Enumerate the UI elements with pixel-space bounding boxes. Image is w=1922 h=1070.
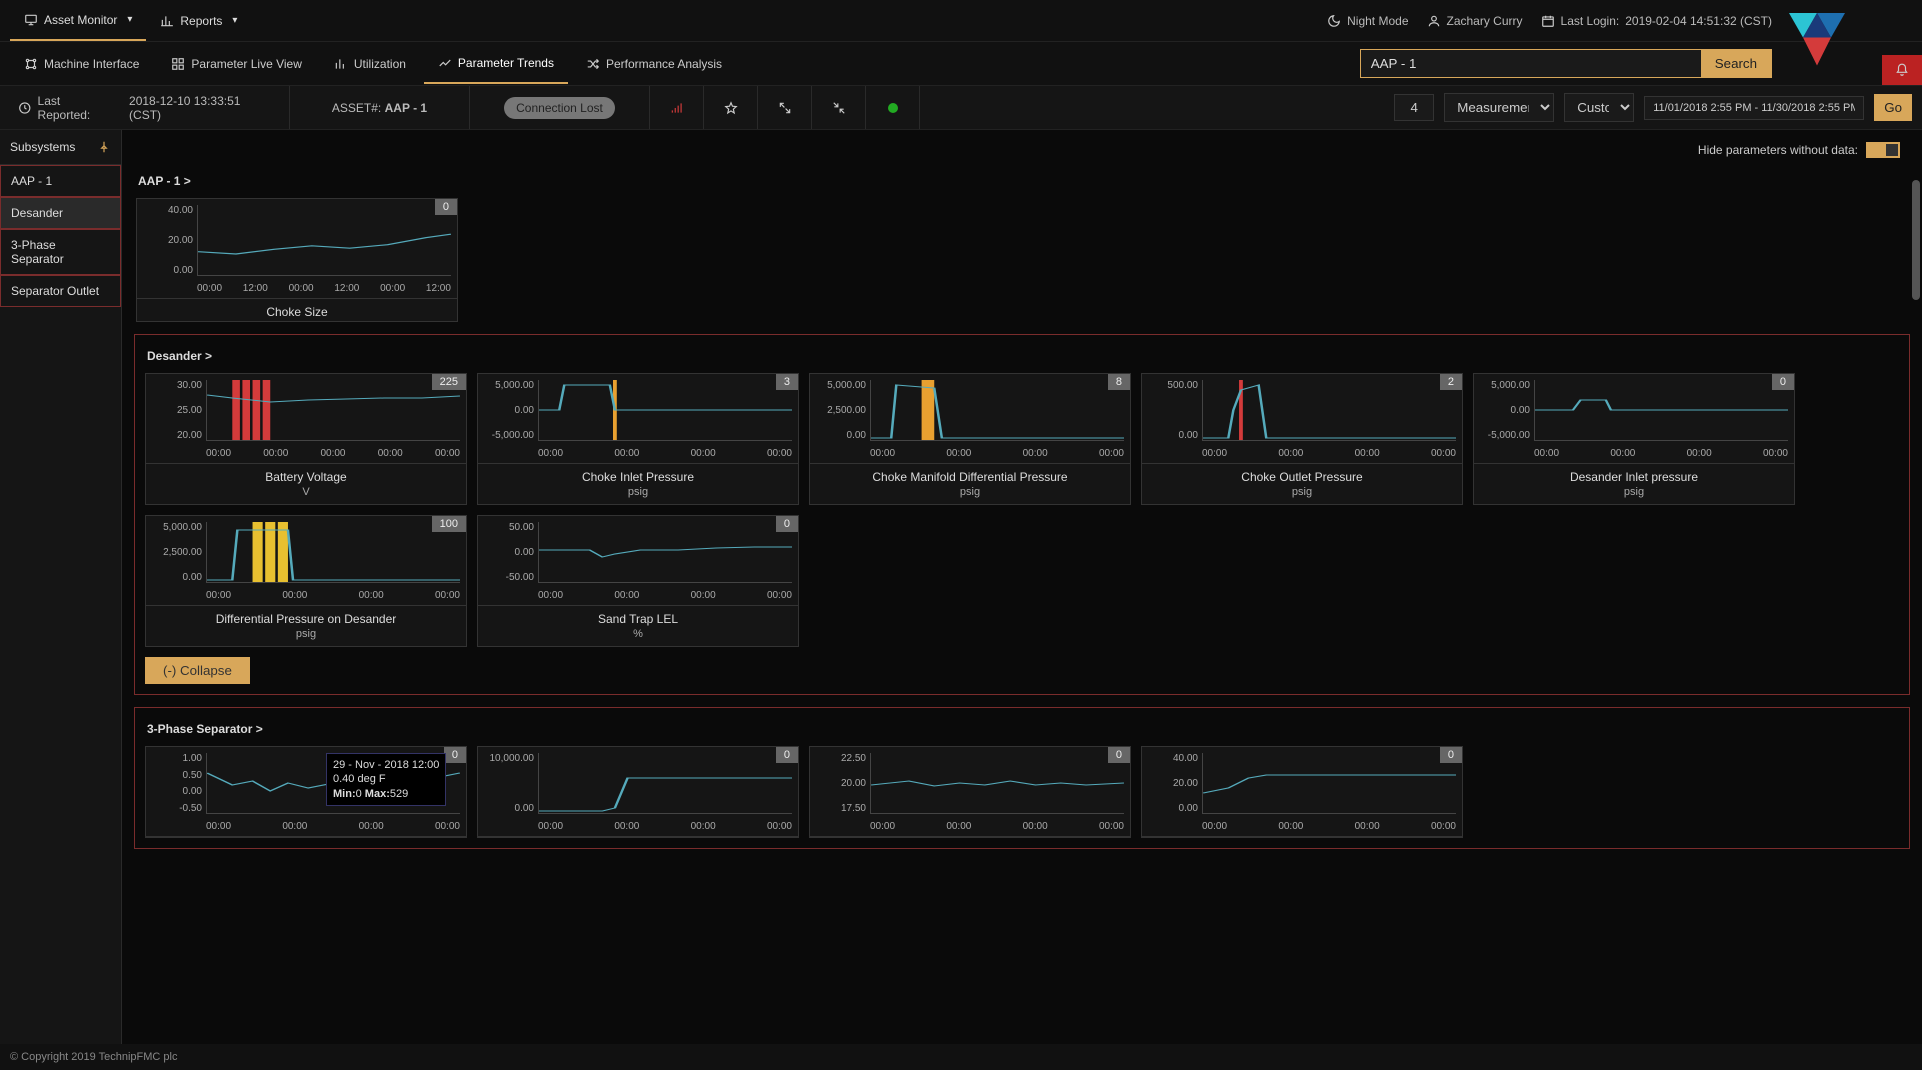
chart-choke-size[interactable]: 0 40.0020.000.00 00:0012:0000:0012:0000:… bbox=[136, 198, 458, 322]
sidebar-item-desander[interactable]: Desander bbox=[0, 197, 121, 229]
chart-3phase-4[interactable]: 0 40.0020.000.00 00:0000:0000:0000:00 bbox=[1141, 746, 1463, 838]
chart-battery-voltage[interactable]: 225 30.0025.0020.00 00:0000:0000:0000:00… bbox=[145, 373, 467, 505]
section-title-3phase[interactable]: 3-Phase Separator > bbox=[145, 716, 1899, 746]
status-indicator bbox=[866, 86, 920, 129]
trend-icon bbox=[438, 56, 452, 70]
sidebar-title: Subsystems bbox=[10, 140, 75, 154]
chart-tooltip: 29 - Nov - 2018 12:00 0.40 deg F Min:0 M… bbox=[326, 753, 446, 806]
alerts-button[interactable] bbox=[1882, 55, 1922, 85]
chart-desander-inlet-pressure[interactable]: 0 5,000.000.00-5,000.00 00:0000:0000:000… bbox=[1473, 373, 1795, 505]
section-3phase: 3-Phase Separator > 0 1.000.500.00-0.50 … bbox=[134, 707, 1910, 849]
sidebar-item-separator-outlet[interactable]: Separator Outlet bbox=[0, 275, 121, 307]
clock-icon bbox=[18, 101, 32, 115]
hide-params-toggle[interactable] bbox=[1866, 142, 1900, 158]
section-title-desander[interactable]: Desander > bbox=[145, 343, 1899, 373]
section-desander: Desander > 225 30.0025.0020.00 00:0000 bbox=[134, 334, 1910, 695]
nav-machine-interface[interactable]: Machine Interface bbox=[10, 45, 153, 83]
asset-monitor-menu[interactable]: Asset Monitor bbox=[10, 1, 146, 41]
bar-chart-icon bbox=[160, 14, 174, 28]
expand-icon bbox=[778, 101, 792, 115]
signal-button[interactable] bbox=[650, 86, 704, 129]
app-logo bbox=[1772, 0, 1862, 82]
moon-icon bbox=[1327, 14, 1341, 28]
pin-icon[interactable] bbox=[97, 140, 111, 154]
chart-3phase-1[interactable]: 0 1.000.500.00-0.50 00:0000:0000:0000:00… bbox=[145, 746, 467, 838]
sliders-icon bbox=[24, 57, 38, 71]
search-input[interactable] bbox=[1361, 50, 1701, 77]
scrollbar[interactable] bbox=[1912, 180, 1920, 300]
star-icon bbox=[724, 101, 738, 115]
chart-sand-trap-lel[interactable]: 0 50.000.00-50.00 00:0000:0000:0000:00 S… bbox=[477, 515, 799, 647]
subsystems-sidebar: Subsystems AAP - 1 Desander 3-Phase Sepa… bbox=[0, 130, 122, 1044]
last-reported: Last Reported: 2018-12-10 13:33:51 (CST) bbox=[0, 86, 290, 129]
nav-performance-analysis[interactable]: Performance Analysis bbox=[572, 45, 736, 83]
chart-3phase-2[interactable]: 0 10,000.000.00 00:0000:0000:0000:00 bbox=[477, 746, 799, 838]
connection-status: Connection Lost bbox=[470, 86, 650, 129]
go-button[interactable]: Go bbox=[1874, 94, 1912, 121]
footer: © Copyright 2019 TechnipFMC plc bbox=[0, 1044, 1922, 1070]
nav-parameter-trends[interactable]: Parameter Trends bbox=[424, 44, 568, 84]
hide-params-label: Hide parameters without data: bbox=[1698, 143, 1858, 157]
chart-choke-manifold-diff-pressure[interactable]: 8 5,000.002,500.000.00 00:0000:0000:0000… bbox=[809, 373, 1131, 505]
chart-icon bbox=[334, 57, 348, 71]
shuffle-icon bbox=[586, 57, 600, 71]
asset-number: ASSET#: AAP - 1 bbox=[290, 86, 470, 129]
collapse-button[interactable] bbox=[812, 86, 866, 129]
last-login: Last Login: 2019-02-04 14:51:32 (CST) bbox=[1541, 14, 1772, 28]
search-button[interactable]: Search bbox=[1701, 50, 1771, 77]
monitor-icon bbox=[24, 13, 38, 27]
signal-icon bbox=[670, 101, 684, 115]
user-icon bbox=[1427, 14, 1441, 28]
sidebar-item-aap1[interactable]: AAP - 1 bbox=[0, 165, 121, 197]
column-count-input[interactable] bbox=[1394, 94, 1434, 121]
collapse-button[interactable]: (-) Collapse bbox=[145, 657, 250, 684]
grid-icon bbox=[171, 57, 185, 71]
range-select[interactable]: Custom bbox=[1564, 93, 1634, 122]
reports-menu[interactable]: Reports bbox=[146, 1, 251, 41]
chart-3phase-3[interactable]: 0 22.5020.0017.50 00:0000:0000:0000:00 bbox=[809, 746, 1131, 838]
date-range-input[interactable] bbox=[1644, 96, 1864, 120]
asset-monitor-label: Asset Monitor bbox=[44, 13, 117, 27]
section-title-aap[interactable]: AAP - 1 > bbox=[136, 168, 1908, 198]
night-mode-toggle[interactable]: Night Mode bbox=[1327, 14, 1408, 28]
measurement-select[interactable]: Measurement bbox=[1444, 93, 1554, 122]
bell-icon bbox=[1895, 63, 1909, 77]
status-dot-icon bbox=[887, 102, 899, 114]
nav-parameter-live-view[interactable]: Parameter Live View bbox=[157, 45, 316, 83]
collapse-icon bbox=[832, 101, 846, 115]
chart-choke-inlet-pressure[interactable]: 3 5,000.000.00-5,000.00 00:0000:0000:000… bbox=[477, 373, 799, 505]
chart-choke-outlet-pressure[interactable]: 2 500.000.00 00:0000:0000:0000:00 Choke … bbox=[1141, 373, 1463, 505]
favorite-button[interactable] bbox=[704, 86, 758, 129]
nav-utilization[interactable]: Utilization bbox=[320, 45, 420, 83]
user-menu[interactable]: Zachary Curry bbox=[1427, 14, 1523, 28]
chart-diff-pressure-desander[interactable]: 100 5,000.002,500.000.00 00:0000:0000:00… bbox=[145, 515, 467, 647]
sidebar-item-3phase[interactable]: 3-Phase Separator bbox=[0, 229, 121, 275]
expand-button[interactable] bbox=[758, 86, 812, 129]
calendar-icon bbox=[1541, 14, 1555, 28]
reports-label: Reports bbox=[180, 14, 222, 28]
